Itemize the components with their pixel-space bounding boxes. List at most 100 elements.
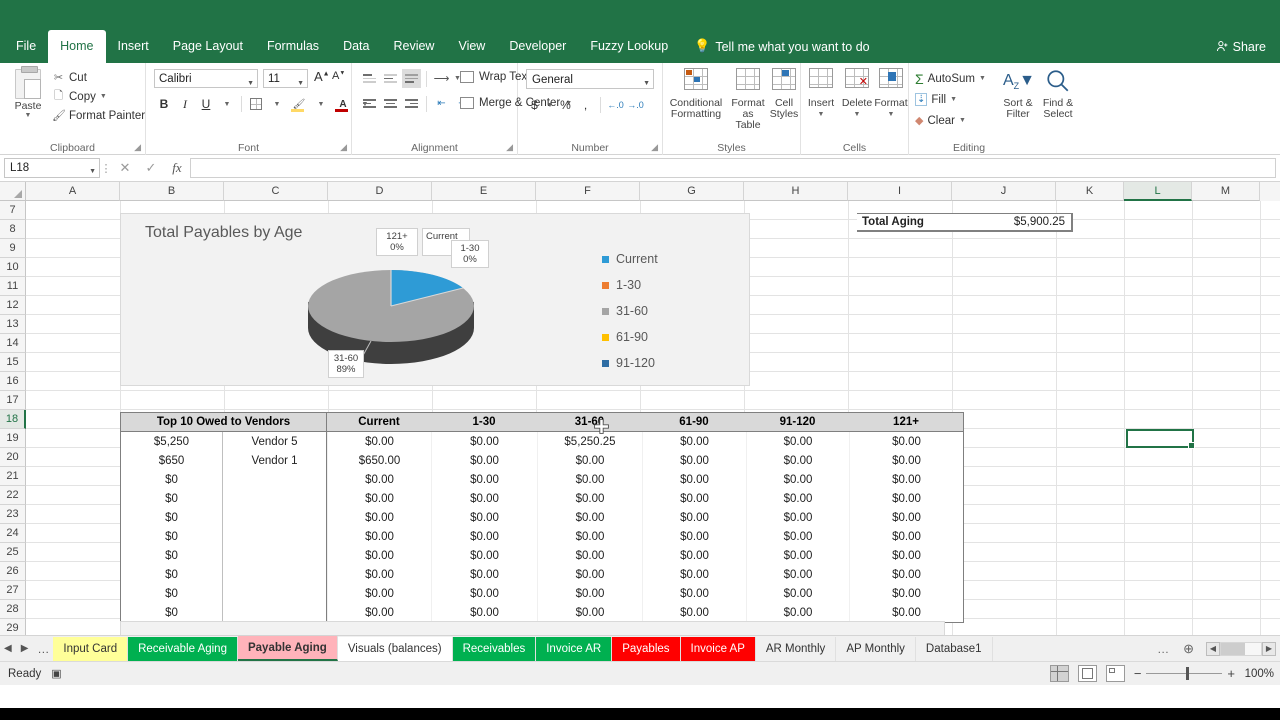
fill-color-dropdown-arrow-icon[interactable]: ▼	[311, 94, 331, 114]
row-header-9[interactable]: 9	[0, 239, 26, 258]
table-cell[interactable]: $650.00	[327, 451, 431, 470]
table-cell[interactable]: $0.00	[327, 489, 431, 508]
column-header-A[interactable]: A	[26, 182, 120, 201]
macro-record-icon[interactable]: ▣	[51, 667, 61, 680]
decrease-indent-button[interactable]: ⇤	[432, 94, 451, 113]
table-cell[interactable]: $0.00	[537, 489, 642, 508]
underline-button[interactable]: U	[196, 94, 216, 114]
top-vendors-table[interactable]: Top 10 Owed to Vendors Current 1-30 31-6…	[120, 412, 964, 623]
table-cell[interactable]: $0.00	[746, 546, 849, 565]
column-header-K[interactable]: K	[1056, 182, 1124, 201]
font-size-combobox[interactable]: 11 ▼	[263, 69, 308, 88]
sheet-tab-receivables[interactable]: Receivables	[453, 637, 537, 661]
cancel-edit-icon[interactable]: ✕	[112, 160, 138, 176]
page-layout-view-button[interactable]	[1078, 665, 1097, 682]
align-middle-button[interactable]	[381, 69, 400, 88]
table-cell[interactable]: $0.00	[746, 565, 849, 584]
sheet-tab-payable-aging[interactable]: Payable Aging	[238, 636, 338, 661]
table-cell[interactable]	[222, 508, 327, 527]
column-header-C[interactable]: C	[224, 182, 328, 201]
number-format-combobox[interactable]: General ▼	[526, 69, 654, 89]
row-header-19[interactable]: 19	[0, 429, 26, 448]
zoom-out-button[interactable]: −	[1134, 666, 1142, 681]
table-cell[interactable]: $0.00	[746, 432, 849, 451]
underline-dropdown-arrow-icon[interactable]: ▼	[217, 94, 237, 114]
column-header-M[interactable]: M	[1192, 182, 1260, 201]
table-cell[interactable]: $0.00	[431, 584, 537, 603]
borders-dropdown-arrow-icon[interactable]: ▼	[267, 94, 287, 114]
table-cell[interactable]: Vendor 1	[222, 451, 327, 470]
sort-filter-button[interactable]: AZ▼ Sort & Filter	[997, 68, 1039, 120]
ribbon-tab-home[interactable]: Home	[48, 30, 105, 63]
table-cell[interactable]: $0.00	[746, 603, 849, 622]
row-header-27[interactable]: 27	[0, 581, 26, 600]
insert-function-icon[interactable]: fx	[164, 160, 190, 176]
insert-dropdown-arrow-icon[interactable]: ▼	[803, 109, 839, 120]
comma-format-button[interactable]: ,	[577, 95, 594, 115]
table-cell[interactable]: $0.00	[642, 603, 746, 622]
insert-cells-button[interactable]: Insert ▼	[803, 68, 839, 120]
sheet-tab-database1[interactable]: Database1	[916, 637, 993, 661]
table-cell[interactable]	[222, 565, 327, 584]
add-sheet-button[interactable]: ⊕	[1175, 636, 1202, 661]
zoom-slider[interactable]: − +	[1134, 666, 1235, 681]
table-cell[interactable]	[222, 470, 327, 489]
page-break-view-button[interactable]	[1106, 665, 1125, 682]
row-header-20[interactable]: 20	[0, 448, 26, 467]
table-cell[interactable]: $0.00	[537, 470, 642, 489]
name-box[interactable]: L18 ▼	[4, 158, 100, 178]
zoom-level-label[interactable]: 100%	[1244, 668, 1274, 680]
table-cell[interactable]: $0.00	[642, 432, 746, 451]
table-cell[interactable]: $0.00	[849, 470, 963, 489]
autosum-dropdown-arrow-icon[interactable]: ▼	[979, 75, 986, 82]
fill-color-button[interactable]: 🖌	[288, 94, 310, 114]
delete-cells-button[interactable]: ✕ Delete ▼	[839, 68, 875, 120]
ribbon-tab-developer[interactable]: Developer	[497, 30, 578, 63]
ribbon-tab-page-layout[interactable]: Page Layout	[161, 30, 255, 63]
table-cell[interactable]	[222, 527, 327, 546]
row-header-14[interactable]: 14	[0, 334, 26, 353]
table-cell[interactable]: $0.00	[849, 451, 963, 470]
font-size-dropdown-arrow-icon[interactable]: ▼	[297, 75, 304, 92]
cell-styles-button[interactable]: Cell Styles	[767, 68, 801, 120]
currency-format-button[interactable]: $	[526, 95, 543, 115]
copy-dropdown-arrow-icon[interactable]: ▼	[100, 93, 107, 100]
table-cell[interactable]: $0.00	[849, 603, 963, 622]
borders-button[interactable]	[246, 94, 266, 114]
format-cells-button[interactable]: Format ▼	[873, 68, 909, 120]
table-cell[interactable]: $0.00	[537, 508, 642, 527]
confirm-edit-icon[interactable]: ✓	[138, 160, 164, 176]
table-cell[interactable]: $0.00	[642, 584, 746, 603]
table-row[interactable]: $5,250Vendor 5$0.00$0.00$5,250.25$0.00$0…	[121, 432, 963, 451]
paste-dropdown-arrow-icon[interactable]: ▼	[6, 112, 50, 119]
grid-cells[interactable]: Total Aging $5,900.25 Total Payables by …	[26, 201, 1280, 635]
align-bottom-button[interactable]	[402, 69, 421, 88]
font-dialog-launcher[interactable]: ◢	[340, 142, 347, 153]
table-cell[interactable]	[222, 603, 327, 622]
currency-dropdown-arrow-icon[interactable]: ▼	[546, 95, 554, 115]
table-cell[interactable]: $0.00	[431, 432, 537, 451]
sheet-tab-receivable-aging[interactable]: Receivable Aging	[128, 637, 238, 661]
sheet-tab-input-card[interactable]: Input Card	[53, 637, 128, 661]
paste-button[interactable]: Paste ▼	[6, 67, 50, 119]
increase-decimal-button[interactable]: ←.0	[607, 95, 624, 115]
table-cell[interactable]: $0.00	[537, 546, 642, 565]
table-cell[interactable]: $0.00	[327, 527, 431, 546]
row-header-29[interactable]: 29	[0, 619, 26, 635]
table-cell[interactable]: $0.00	[849, 527, 963, 546]
clear-button[interactable]: ◆ Clear ▼	[915, 110, 986, 131]
format-dropdown-arrow-icon[interactable]: ▼	[873, 109, 909, 120]
row-header-28[interactable]: 28	[0, 600, 26, 619]
table-row[interactable]: $0$0.00$0.00$0.00$0.00$0.00$0.00	[121, 527, 963, 546]
total-aging-label-cell[interactable]: Total Aging	[857, 213, 963, 232]
zoom-track[interactable]	[1146, 673, 1222, 674]
sheet-tab-visuals-balances[interactable]: Visuals (balances)	[338, 637, 453, 661]
table-cell[interactable]: $0.00	[431, 565, 537, 584]
number-dialog-launcher[interactable]: ◢	[651, 142, 658, 153]
table-cell[interactable]: $0.00	[746, 584, 849, 603]
find-select-button[interactable]: Find & Select	[1037, 68, 1079, 120]
hscroll-right-button[interactable]: ▶	[1262, 642, 1276, 656]
table-cell[interactable]: $0.00	[642, 546, 746, 565]
table-cell[interactable]: $0.00	[327, 470, 431, 489]
align-top-button[interactable]	[360, 69, 379, 88]
